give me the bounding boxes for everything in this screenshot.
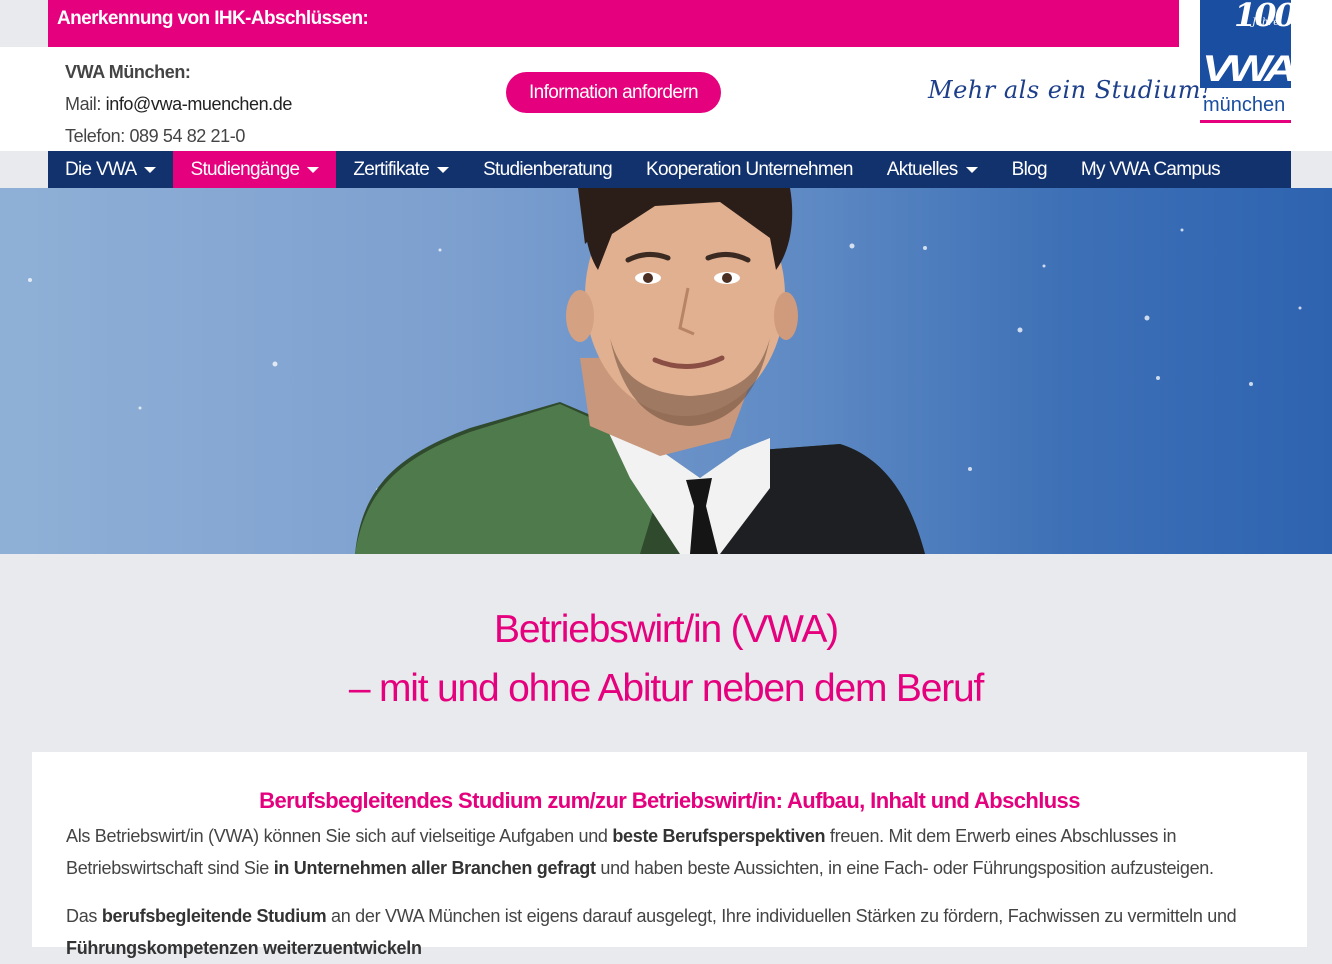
nav-label: Die VWA (65, 158, 137, 180)
content-card: Berufsbegleitendes Studium zum/zur Betri… (32, 752, 1307, 958)
logo-city: münchen (1203, 94, 1286, 116)
nav-item-blog[interactable]: Blog (995, 151, 1064, 188)
paragraph-bold: Führungskompetenzen weiterzuentwickeln (66, 938, 422, 958)
nav-item-studienberatung[interactable]: Studienberatung (466, 151, 629, 188)
contact-org: VWA München: (65, 62, 191, 82)
paragraph-text: und haben beste Aussichten, in eine Fach… (595, 858, 1214, 878)
nav-label: Zertifikate (353, 158, 430, 180)
paragraph-bold: beste Berufsperspektiven (612, 826, 826, 846)
intro-paragraph: Als Betriebswirt/in (VWA) können Sie sic… (66, 820, 1281, 884)
logo-badge: 100 Jahre VWA (1200, 0, 1297, 89)
nav-label: Studiengänge (190, 158, 300, 180)
contact-phone[interactable]: Telefon: 089 54 82 21-0 (65, 120, 292, 152)
nav-item-zertifikate[interactable]: Zertifikate (336, 151, 466, 188)
announcement-bar: Anerkennung von IHK-Abschlüssen: (48, 0, 1179, 47)
chevron-down-icon (307, 166, 320, 173)
chevron-down-icon (965, 166, 978, 173)
logo-underline (1200, 120, 1291, 123)
mail-link[interactable]: info@vwa-muenchen.de (106, 94, 293, 114)
nav-item-kooperation[interactable]: Kooperation Unternehmen (629, 151, 870, 188)
paragraph-text: Das (66, 906, 102, 926)
page-title-line-2: – mit und ohne Abitur neben dem Beruf (348, 667, 984, 710)
nav-item-my-vwa-campus[interactable]: My VWA Campus (1064, 151, 1237, 188)
nav-item-aktuelles[interactable]: Aktuelles (870, 151, 995, 188)
paragraph-bold: berufsbegleitende Studium (101, 906, 327, 926)
nav-label: Aktuelles (886, 158, 958, 180)
nav-label: Studienberatung (483, 158, 613, 180)
nav-item-die-vwa[interactable]: Die VWA (48, 151, 173, 188)
study-paragraph: Das berufsbegleitende Studium an der VWA… (66, 900, 1281, 964)
request-info-button[interactable]: Information anfordern (506, 72, 721, 113)
hero-photo-illustration (28, 188, 1302, 554)
contact-mail: Mail: info@vwa-muenchen.de (65, 88, 292, 120)
page-title-line-1: Betriebswirt/in (VWA) (494, 608, 839, 651)
nav-label: Kooperation Unternehmen (646, 158, 853, 180)
nav-label: My VWA Campus (1080, 158, 1221, 180)
vwa-logo[interactable]: 100 Jahre VWA münchen (1200, 0, 1297, 124)
section-title: Berufsbegleitendes Studium zum/zur Betri… (259, 788, 1080, 813)
contact-block: VWA München: Mail: info@vwa-muenchen.de … (65, 56, 292, 152)
nav-item-studiengaenge[interactable]: Studiengänge (173, 151, 337, 188)
paragraph-bold: in Unternehmen aller Branchen gefragt (273, 858, 596, 878)
paragraph-text: an der VWA München ist eigens darauf aus… (326, 906, 1237, 926)
slogan: Mehr als ein Studium! (928, 76, 1212, 104)
mail-label: Mail: (65, 94, 102, 114)
announcement-text[interactable]: Anerkennung von IHK-Abschlüssen: (57, 8, 369, 30)
main-navigation: Die VWA Studiengänge Zertifikate Studien… (48, 151, 1291, 188)
nav-label: Blog (1011, 158, 1048, 180)
paragraph-text: Als Betriebswirt/in (VWA) können Sie sic… (66, 826, 613, 846)
chevron-down-icon (437, 166, 450, 173)
chevron-down-icon (144, 166, 157, 173)
logo-jahre: Jahre (1252, 17, 1280, 28)
logo-brand: VWA (1202, 48, 1297, 89)
page-title: Betriebswirt/in (VWA) – mit und ohne Abi… (0, 600, 1332, 718)
hero-image (0, 188, 1332, 554)
